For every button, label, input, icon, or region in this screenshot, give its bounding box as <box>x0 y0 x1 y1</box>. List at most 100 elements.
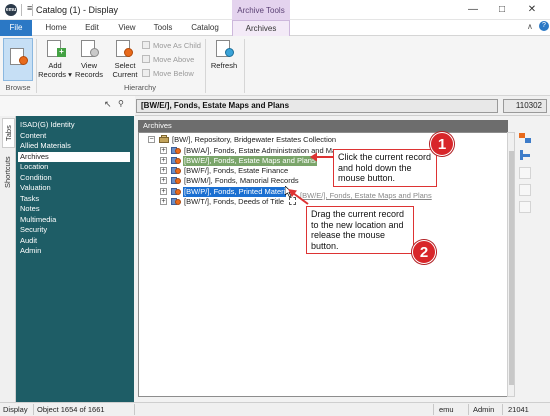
tab-catalog[interactable]: Catalog <box>186 20 224 36</box>
tree-view-icon[interactable] <box>519 133 531 145</box>
select-current-icon <box>114 39 136 59</box>
side-tab-strip: Tabs Shortcuts <box>0 116 16 402</box>
status-number: 21041 <box>508 405 529 414</box>
tab-home[interactable]: Home <box>40 20 72 36</box>
tab-archives[interactable]: Archives <box>232 20 290 37</box>
fonds-icon <box>171 156 181 165</box>
record-path-bar: ↖ ⚲ [BW/E/], Fonds, Estate Maps and Plan… <box>0 96 550 116</box>
move-above-icon <box>142 55 150 63</box>
tab-navigation-panel: ISAD(G) Identity Content Allied Material… <box>16 116 134 402</box>
callout-step-1: Click the current record and hold down t… <box>333 149 437 187</box>
side-tab-shortcuts[interactable]: Shortcuts <box>2 150 15 194</box>
pin-icon[interactable]: ↖ <box>104 99 112 110</box>
callout-step-2: Drag the current record to the new locat… <box>306 206 414 254</box>
current-record-path: [BW/E/], Fonds, Estate Maps and Plans <box>136 99 498 113</box>
tree-node-label: [BW/M/], Fonds, Manorial Records <box>184 176 299 185</box>
fonds-icon <box>171 146 181 155</box>
record-id: 110302 <box>503 99 547 113</box>
select-current-button[interactable]: Select Current <box>110 39 140 79</box>
refresh-button[interactable]: Refresh <box>208 39 240 70</box>
nav-item-allied-materials[interactable]: Allied Materials <box>20 141 71 152</box>
nav-item-content[interactable]: Content <box>20 131 46 142</box>
repository-icon <box>159 135 169 144</box>
title-bar: emu ≡ Catalog (1) - Display Archive Tool… <box>0 0 550 20</box>
nav-item-tasks[interactable]: Tasks <box>20 194 39 205</box>
disabled-tool-icon <box>519 184 531 196</box>
nav-item-audit[interactable]: Audit <box>20 236 37 247</box>
group-divider <box>36 39 37 93</box>
status-group: Admin <box>473 405 495 414</box>
archives-panel-header: Archives <box>138 120 508 132</box>
link-icon[interactable] <box>519 150 531 162</box>
title-divider <box>21 4 22 16</box>
tree-node-label: [BW/F/], Fonds, Estate Finance <box>184 166 289 175</box>
expand-icon[interactable]: + <box>160 188 167 195</box>
nav-item-valuation[interactable]: Valuation <box>20 183 51 194</box>
tree-node-label: [BW/], Repository, Bridgewater Estates C… <box>172 135 337 144</box>
browse-mode-button[interactable] <box>3 38 33 81</box>
path-tools: ↖ ⚲ <box>0 96 135 116</box>
tab-view[interactable]: View <box>112 20 142 36</box>
nav-item-multimedia[interactable]: Multimedia <box>20 215 56 226</box>
move-as-child-button[interactable]: Move As Child <box>142 40 201 52</box>
step-badge-1: 1 <box>430 132 454 156</box>
tab-edit[interactable]: Edit <box>78 20 106 36</box>
fonds-icon <box>171 176 181 185</box>
nav-item-security[interactable]: Security <box>20 225 47 236</box>
collapse-ribbon-icon[interactable]: ∧ <box>527 22 533 31</box>
fonds-icon <box>171 166 181 175</box>
maximize-button[interactable]: □ <box>491 2 513 18</box>
disabled-tool-icon <box>519 167 531 179</box>
view-records-button[interactable]: View Records <box>74 39 104 79</box>
nav-item-admin[interactable]: Admin <box>20 246 41 257</box>
add-records-button[interactable]: + Add Records ▾ <box>38 39 72 79</box>
add-records-label: Add Records ▾ <box>38 61 72 79</box>
nav-item-archives[interactable]: Archives <box>18 151 130 162</box>
tree-node-label: [BW/T/], Fonds, Deeds of Title <box>184 197 285 206</box>
expand-icon[interactable]: + <box>160 157 167 164</box>
fonds-icon <box>171 187 181 196</box>
view-records-label: View Records <box>75 61 103 79</box>
tree-node-label-drop-target: [BW/P/], Fonds, Printed Materi <box>183 187 287 197</box>
move-below-button[interactable]: Move Below <box>142 68 194 80</box>
help-icon[interactable]: ? <box>539 21 549 31</box>
side-tab-tabs[interactable]: Tabs <box>2 118 15 148</box>
expand-icon[interactable]: + <box>160 177 167 184</box>
tree-node-label-selected: [BW/E/], Fonds, Estate Maps and Plans <box>183 156 317 166</box>
status-user: emu <box>439 405 454 414</box>
disabled-tool-icon <box>519 201 531 213</box>
search-icon[interactable]: ⚲ <box>118 99 124 108</box>
fonds-icon <box>171 197 181 206</box>
nav-item-condition[interactable]: Condition <box>20 173 52 184</box>
title-divider <box>32 4 33 16</box>
tab-file[interactable]: File <box>0 20 32 36</box>
app-logo-icon: emu <box>5 4 17 16</box>
close-button[interactable]: ✕ <box>521 2 543 18</box>
browse-icon <box>7 47 29 69</box>
view-records-icon <box>78 39 100 59</box>
minimize-button[interactable]: — <box>462 2 484 18</box>
nav-item-isad-identity[interactable]: ISAD(G) Identity <box>20 120 75 131</box>
expand-icon[interactable]: + <box>160 147 167 154</box>
group-divider <box>244 39 245 93</box>
status-mode: Display <box>3 405 28 414</box>
tree-scrollbar[interactable] <box>507 132 515 397</box>
status-bar: Display Object 1654 of 1661 emu Admin 21… <box>0 402 550 416</box>
window-title: Catalog (1) - Display <box>36 5 119 15</box>
move-as-child-icon <box>142 41 150 49</box>
browse-group-label: Browse <box>5 83 31 92</box>
expand-icon[interactable]: + <box>160 198 167 205</box>
tab-tools[interactable]: Tools <box>148 20 178 36</box>
callout-arrow-2 <box>288 189 309 205</box>
drag-ghost-label: [BW/E/], Fonds, Estate Maps and Plans <box>300 191 432 200</box>
hierarchy-group-label: Hierarchy <box>123 83 157 92</box>
refresh-label: Refresh <box>210 61 238 70</box>
expand-icon[interactable]: + <box>160 167 167 174</box>
nav-item-notes[interactable]: Notes <box>20 204 40 215</box>
collapse-icon[interactable]: − <box>148 136 155 143</box>
select-current-label: Select Current <box>112 61 138 79</box>
add-record-icon: + <box>44 39 66 59</box>
move-above-button[interactable]: Move Above <box>142 54 194 66</box>
scrollbar-thumb[interactable] <box>509 151 514 385</box>
nav-item-location[interactable]: Location <box>20 162 48 173</box>
